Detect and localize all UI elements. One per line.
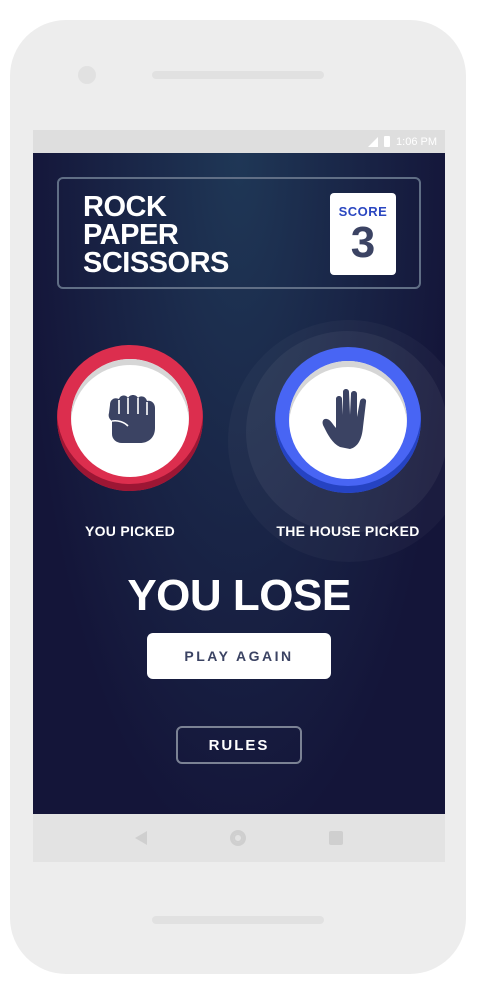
house-picked-label: THE HOUSE PICKED	[276, 523, 420, 539]
signal-icon	[368, 136, 379, 147]
game-title: ROCK PAPER SCISSORS	[83, 191, 229, 279]
score-value: 3	[350, 218, 376, 267]
home-icon[interactable]	[229, 830, 246, 846]
result-text: YOU LOSE	[127, 571, 351, 620]
navigation-bar	[33, 814, 445, 862]
bottom-speaker	[152, 916, 324, 924]
status-bar: 1:06 PM	[33, 130, 445, 153]
title-line-paper: PAPER	[83, 219, 179, 251]
score-box: SCORE 3	[330, 193, 396, 275]
rules-button[interactable]: RULES	[176, 726, 302, 764]
game-screen: ROCK PAPER SCISSORS SCORE 3 YOU PICKED T…	[33, 153, 445, 814]
camera	[78, 66, 96, 84]
score-label: SCORE	[338, 204, 388, 219]
speaker-grille	[152, 71, 324, 79]
title-line-rock: ROCK	[83, 191, 167, 223]
game-header: ROCK PAPER SCISSORS SCORE 3	[57, 177, 421, 289]
recent-apps-icon[interactable]	[329, 831, 344, 845]
player-choice-face	[71, 359, 189, 477]
you-picked-label: YOU PICKED	[84, 523, 176, 539]
paper-hand-icon	[322, 389, 367, 449]
house-choice-token	[275, 347, 421, 493]
status-time: 1:06 PM	[396, 135, 437, 148]
title-line-scissors: SCISSORS	[83, 247, 229, 279]
rock-fist-icon	[108, 395, 155, 443]
battery-icon	[384, 136, 391, 147]
play-again-button[interactable]: PLAY AGAIN	[147, 633, 331, 679]
player-choice-token	[57, 345, 203, 491]
house-choice-face	[289, 361, 407, 479]
back-icon[interactable]	[134, 831, 147, 845]
